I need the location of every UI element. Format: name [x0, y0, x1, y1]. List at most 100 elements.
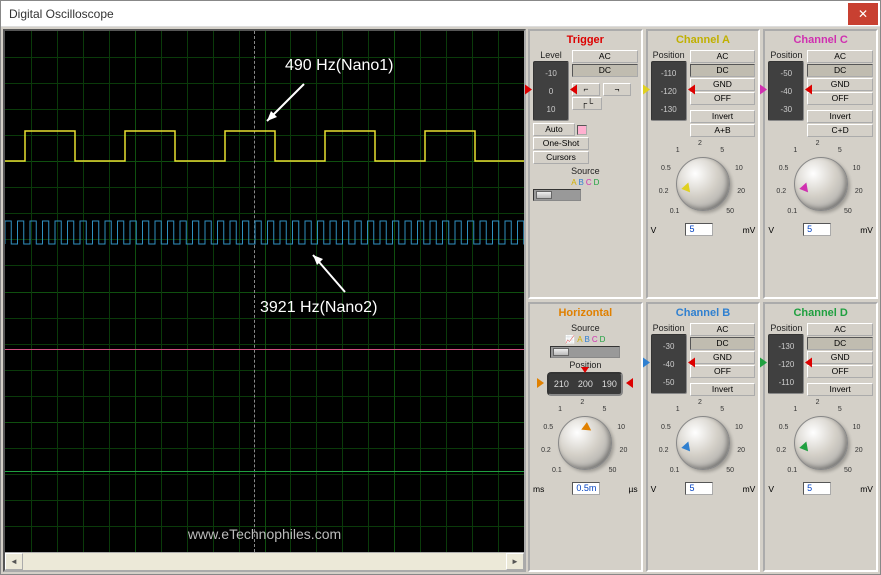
scope-area: 490 Hz(Nano1) 3921 Hz(Nano2) www.eTechno… [3, 29, 526, 572]
trigger-level-wheel[interactable]: -10 0 10 [533, 61, 569, 121]
ch-b-gain-value[interactable]: 5 [685, 482, 713, 495]
ch-b-dc-button[interactable]: DC [690, 337, 756, 350]
edge-mode-button[interactable]: ┌└ [572, 97, 602, 110]
horiz-timebase-knob[interactable]: 0.10.20.5125102050 [540, 400, 630, 482]
ch-d-gnd-button[interactable]: GND [807, 351, 873, 364]
channel-d-panel: Channel D Position -130 -120 -110 [763, 302, 878, 572]
channel-b-title: Channel B [651, 307, 756, 321]
ch-a-ptr-r-icon [688, 85, 695, 98]
trigger-source-label: Source [533, 166, 638, 176]
watermark: www.eTechnophiles.com [188, 526, 341, 542]
ch-a-ptr-l-icon [643, 85, 650, 98]
trigger-source-row: ABCD [533, 178, 638, 187]
cursors-button[interactable]: Cursors [533, 151, 589, 164]
trigger-ac-button[interactable]: AC [572, 50, 638, 63]
ch-d-position-wheel[interactable]: -130 -120 -110 [768, 334, 804, 394]
falling-edge-button[interactable]: ¬ [603, 83, 631, 96]
ch-d-dc-button[interactable]: DC [807, 337, 873, 350]
ch-a-gnd-button[interactable]: GND [690, 78, 756, 91]
oscilloscope-window: Digital Oscilloscope ✕ 490 Hz(Nan [0, 0, 881, 575]
arrow-nano2-icon [305, 247, 355, 300]
level-pointer-left-icon [525, 85, 532, 98]
ch-b-ac-button[interactable]: AC [690, 323, 756, 336]
ch-c-position-wheel[interactable]: -50 -40 -30 [768, 61, 804, 121]
channel-d-title: Channel D [768, 307, 873, 321]
ch-d-off-button[interactable]: OFF [807, 365, 873, 378]
horiz-timebase-value[interactable]: 0.5m [572, 482, 600, 495]
ch-b-unit-v: V [651, 484, 657, 494]
ch-a-gain-knob[interactable]: 0.10.20.5125102050 [658, 141, 748, 223]
annotation-nano1: 490 Hz(Nano1) [285, 57, 394, 75]
ch-a-ab-button[interactable]: A+B [690, 124, 756, 137]
ch-c-ptr-l-icon [760, 85, 767, 98]
ch-c-ac-button[interactable]: AC [807, 50, 873, 63]
channel-a-title: Channel A [651, 34, 756, 48]
horiz-unit-us: µs [628, 484, 637, 494]
ch-a-ac-button[interactable]: AC [690, 50, 756, 63]
level-pointer-right-icon [570, 85, 577, 98]
level-label: Level [540, 50, 562, 60]
trigger-dc-button[interactable]: DC [572, 64, 638, 77]
ch-d-ptr-r-icon [805, 358, 812, 371]
ch-b-ptr-l-icon [643, 358, 650, 371]
ch-b-invert-button[interactable]: Invert [690, 383, 756, 396]
ch-a-position-label: Position [653, 50, 685, 60]
ch-d-gain-value[interactable]: 5 [803, 482, 831, 495]
channel-a-panel: Channel A Position -110 -120 -130 [646, 29, 761, 299]
ch-b-gnd-button[interactable]: GND [690, 351, 756, 364]
horiz-source-slider[interactable] [550, 346, 620, 358]
ch-b-off-button[interactable]: OFF [690, 365, 756, 378]
scroll-right-button[interactable]: ► [506, 553, 524, 570]
ch-a-dc-button[interactable]: DC [690, 64, 756, 77]
scope-mode-icon: 📈 [565, 335, 575, 344]
ch-c-position-label: Position [770, 50, 802, 60]
ch-d-ac-button[interactable]: AC [807, 323, 873, 336]
horiz-ptr-top-icon [581, 364, 589, 376]
ch-c-invert-button[interactable]: Invert [807, 110, 873, 123]
ch-b-unit-mv: mV [743, 484, 756, 494]
ch-c-cd-button[interactable]: C+D [807, 124, 873, 137]
close-button[interactable]: ✕ [848, 3, 878, 25]
oneshot-button[interactable]: One-Shot [533, 137, 589, 150]
ch-a-invert-button[interactable]: Invert [690, 110, 756, 123]
trigger-title: Trigger [533, 34, 638, 48]
auto-button[interactable]: Auto [533, 123, 575, 136]
scope-canvas[interactable]: 490 Hz(Nano1) 3921 Hz(Nano2) www.eTechno… [5, 31, 524, 552]
horiz-source-row: 📈ABCD [533, 335, 638, 344]
scroll-left-button[interactable]: ◄ [5, 553, 23, 570]
ch-a-off-button[interactable]: OFF [690, 92, 756, 105]
ch-c-unit-mv: mV [860, 225, 873, 235]
ch-a-position-wheel[interactable]: -110 -120 -130 [651, 61, 687, 121]
arrow-nano1-icon [259, 79, 309, 132]
scroll-track[interactable] [23, 553, 506, 570]
channel-a-trace [5, 131, 524, 161]
ch-d-ptr-l-icon [760, 358, 767, 371]
ch-b-gain-knob[interactable]: 0.10.20.5125102050 [658, 400, 748, 482]
titlebar: Digital Oscilloscope ✕ [1, 1, 880, 27]
control-panels: Trigger Level -10 0 10 [528, 29, 878, 572]
horizontal-scrollbar[interactable]: ◄ ► [5, 552, 524, 570]
ch-c-unit-v: V [768, 225, 774, 235]
ch-b-ptr-r-icon [688, 358, 695, 371]
channel-b-panel: Channel B Position -30 -40 -50 [646, 302, 761, 572]
trigger-panel: Trigger Level -10 0 10 [528, 29, 643, 299]
ch-d-position-label: Position [770, 323, 802, 333]
ch-c-dc-button[interactable]: DC [807, 64, 873, 77]
ch-d-gain-knob[interactable]: 0.10.20.5125102050 [776, 400, 866, 482]
ch-d-invert-button[interactable]: Invert [807, 383, 873, 396]
horiz-ptr-r-icon [626, 378, 633, 391]
horizontal-title: Horizontal [533, 307, 638, 321]
auto-led-icon [577, 125, 587, 135]
ch-a-unit-mv: mV [743, 225, 756, 235]
channel-c-title: Channel C [768, 34, 873, 48]
ch-c-gain-knob[interactable]: 0.10.20.5125102050 [776, 141, 866, 223]
ch-a-gain-value[interactable]: 5 [685, 223, 713, 236]
ch-d-unit-mv: mV [860, 484, 873, 494]
ch-c-off-button[interactable]: OFF [807, 92, 873, 105]
ch-c-gain-value[interactable]: 5 [803, 223, 831, 236]
trigger-source-slider[interactable] [533, 189, 581, 201]
horiz-source-label: Source [533, 323, 638, 333]
ch-b-position-wheel[interactable]: -30 -40 -50 [651, 334, 687, 394]
ch-c-gnd-button[interactable]: GND [807, 78, 873, 91]
horizontal-panel: Horizontal Source 📈ABCD Position 210 200… [528, 302, 643, 572]
